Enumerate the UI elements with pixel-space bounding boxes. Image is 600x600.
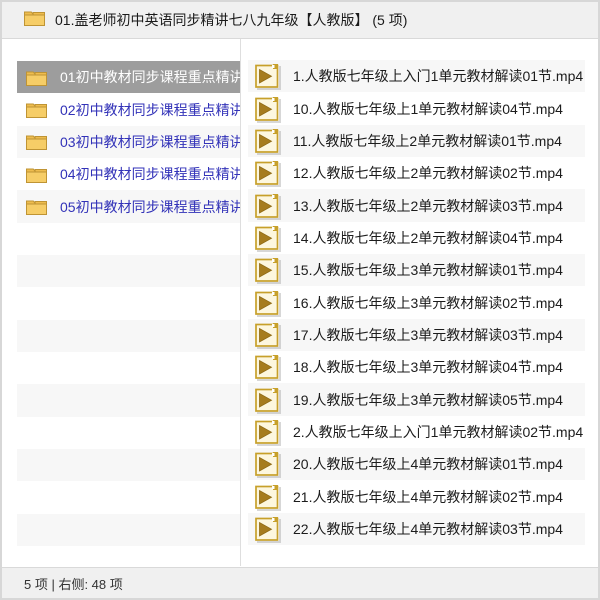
folder-icon	[26, 69, 47, 86]
video-file-icon	[255, 194, 279, 218]
video-file-icon	[255, 129, 279, 153]
video-file-icon	[255, 355, 279, 379]
folder-row[interactable]: 04初中教材同步课程重点精讲人教版八	[17, 158, 240, 190]
path-header: 01.盖老师初中英语同步精讲七八九年级【人教版】 (5 项)	[2, 2, 598, 39]
video-file-icon	[255, 258, 279, 282]
file-row[interactable]: 2.人教版七年级上入门1单元教材解读02节.mp4	[248, 416, 585, 448]
file-row[interactable]: 16.人教版七年级上3单元教材解读02节.mp4	[248, 286, 585, 318]
video-file-icon	[255, 388, 279, 412]
empty-row	[17, 352, 240, 384]
video-file-icon	[255, 291, 279, 315]
video-file-icon	[255, 420, 279, 444]
folder-list: 01初中教材同步课程重点精讲人教版七 02初中教材同步课程重点精讲人教版七 03…	[17, 61, 240, 546]
file-label: 21.人教版七年级上4单元教材解读02节.mp4	[293, 487, 563, 507]
video-file-icon	[255, 452, 279, 476]
folder-label: 03初中教材同步课程重点精讲人教版八	[60, 132, 240, 152]
empty-row	[17, 384, 240, 416]
empty-row	[17, 449, 240, 481]
file-label: 14.人教版七年级上2单元教材解读04节.mp4	[293, 228, 563, 248]
file-row[interactable]: 13.人教版七年级上2单元教材解读03节.mp4	[248, 189, 585, 221]
file-row[interactable]: 20.人教版七年级上4单元教材解读01节.mp4	[248, 448, 585, 480]
file-label: 12.人教版七年级上2单元教材解读02节.mp4	[293, 163, 563, 183]
file-label: 17.人教版七年级上3单元教材解读03节.mp4	[293, 325, 563, 345]
folder-icon	[24, 9, 45, 31]
empty-row	[17, 223, 240, 255]
pane-divider	[240, 39, 241, 566]
file-row[interactable]: 10.人教版七年级上1单元教材解读04节.mp4	[248, 92, 585, 124]
file-label: 15.人教版七年级上3单元教材解读01节.mp4	[293, 260, 563, 280]
empty-row	[17, 481, 240, 513]
file-label: 22.人教版七年级上4单元教材解读03节.mp4	[293, 519, 563, 539]
file-label: 1.人教版七年级上入门1单元教材解读01节.mp4	[293, 66, 583, 86]
file-label: 19.人教版七年级上3单元教材解读05节.mp4	[293, 390, 563, 410]
folder-icon	[26, 198, 47, 215]
folder-row[interactable]: 05初中教材同步课程重点精讲人教版九	[17, 190, 240, 222]
file-row[interactable]: 15.人教版七年级上3单元教材解读01节.mp4	[248, 254, 585, 286]
file-label: 20.人教版七年级上4单元教材解读01节.mp4	[293, 454, 563, 474]
video-file-icon	[255, 226, 279, 250]
file-row[interactable]: 18.人教版七年级上3单元教材解读04节.mp4	[248, 351, 585, 383]
folder-label: 02初中教材同步课程重点精讲人教版七	[60, 100, 240, 120]
file-manager-window: 01.盖老师初中英语同步精讲七八九年级【人教版】 (5 项) 01初中教材同步课…	[0, 0, 600, 600]
folder-row[interactable]: 02初中教材同步课程重点精讲人教版七	[17, 93, 240, 125]
video-file-icon	[255, 485, 279, 509]
video-file-icon	[255, 97, 279, 121]
folder-label: 05初中教材同步课程重点精讲人教版九	[60, 197, 240, 217]
file-row[interactable]: 1.人教版七年级上入门1单元教材解读01节.mp4	[248, 60, 585, 92]
empty-row	[17, 255, 240, 287]
empty-row	[17, 320, 240, 352]
file-list: 1.人教版七年级上入门1单元教材解读01节.mp4 10.人教版七年级上1单元教…	[248, 60, 585, 545]
video-file-icon	[255, 323, 279, 347]
status-bar: 5 项 | 右侧: 48 项	[2, 567, 598, 598]
file-label: 10.人教版七年级上1单元教材解读04节.mp4	[293, 99, 563, 119]
file-row[interactable]: 21.人教版七年级上4单元教材解读02节.mp4	[248, 480, 585, 512]
file-row[interactable]: 19.人教版七年级上3单元教材解读05节.mp4	[248, 383, 585, 415]
file-row[interactable]: 11.人教版七年级上2单元教材解读01节.mp4	[248, 125, 585, 157]
empty-row	[17, 514, 240, 546]
file-label: 13.人教版七年级上2单元教材解读03节.mp4	[293, 196, 563, 216]
video-file-icon	[255, 517, 279, 541]
empty-row	[17, 287, 240, 319]
status-text: 5 项 | 右侧: 48 项	[24, 574, 123, 593]
folder-icon	[26, 101, 47, 118]
file-row[interactable]: 22.人教版七年级上4单元教材解读03节.mp4	[248, 513, 585, 545]
file-row[interactable]: 14.人教版七年级上2单元教材解读04节.mp4	[248, 222, 585, 254]
folder-icon	[26, 166, 47, 183]
current-folder-title: 01.盖老师初中英语同步精讲七八九年级【人教版】 (5 项)	[55, 10, 407, 30]
folder-label: 04初中教材同步课程重点精讲人教版八	[60, 164, 240, 184]
video-file-icon	[255, 64, 279, 88]
empty-row	[17, 417, 240, 449]
file-row[interactable]: 17.人教版七年级上3单元教材解读03节.mp4	[248, 319, 585, 351]
folder-row[interactable]: 03初中教材同步课程重点精讲人教版八	[17, 126, 240, 158]
file-label: 18.人教版七年级上3单元教材解读04节.mp4	[293, 357, 563, 377]
folder-label: 01初中教材同步课程重点精讲人教版七	[60, 67, 240, 87]
video-file-icon	[255, 161, 279, 185]
file-row[interactable]: 12.人教版七年级上2单元教材解读02节.mp4	[248, 157, 585, 189]
file-label: 11.人教版七年级上2单元教材解读01节.mp4	[293, 131, 562, 151]
file-label: 2.人教版七年级上入门1单元教材解读02节.mp4	[293, 422, 583, 442]
folder-icon	[26, 133, 47, 150]
folder-row[interactable]: 01初中教材同步课程重点精讲人教版七	[17, 61, 240, 93]
file-label: 16.人教版七年级上3单元教材解读02节.mp4	[293, 293, 563, 313]
